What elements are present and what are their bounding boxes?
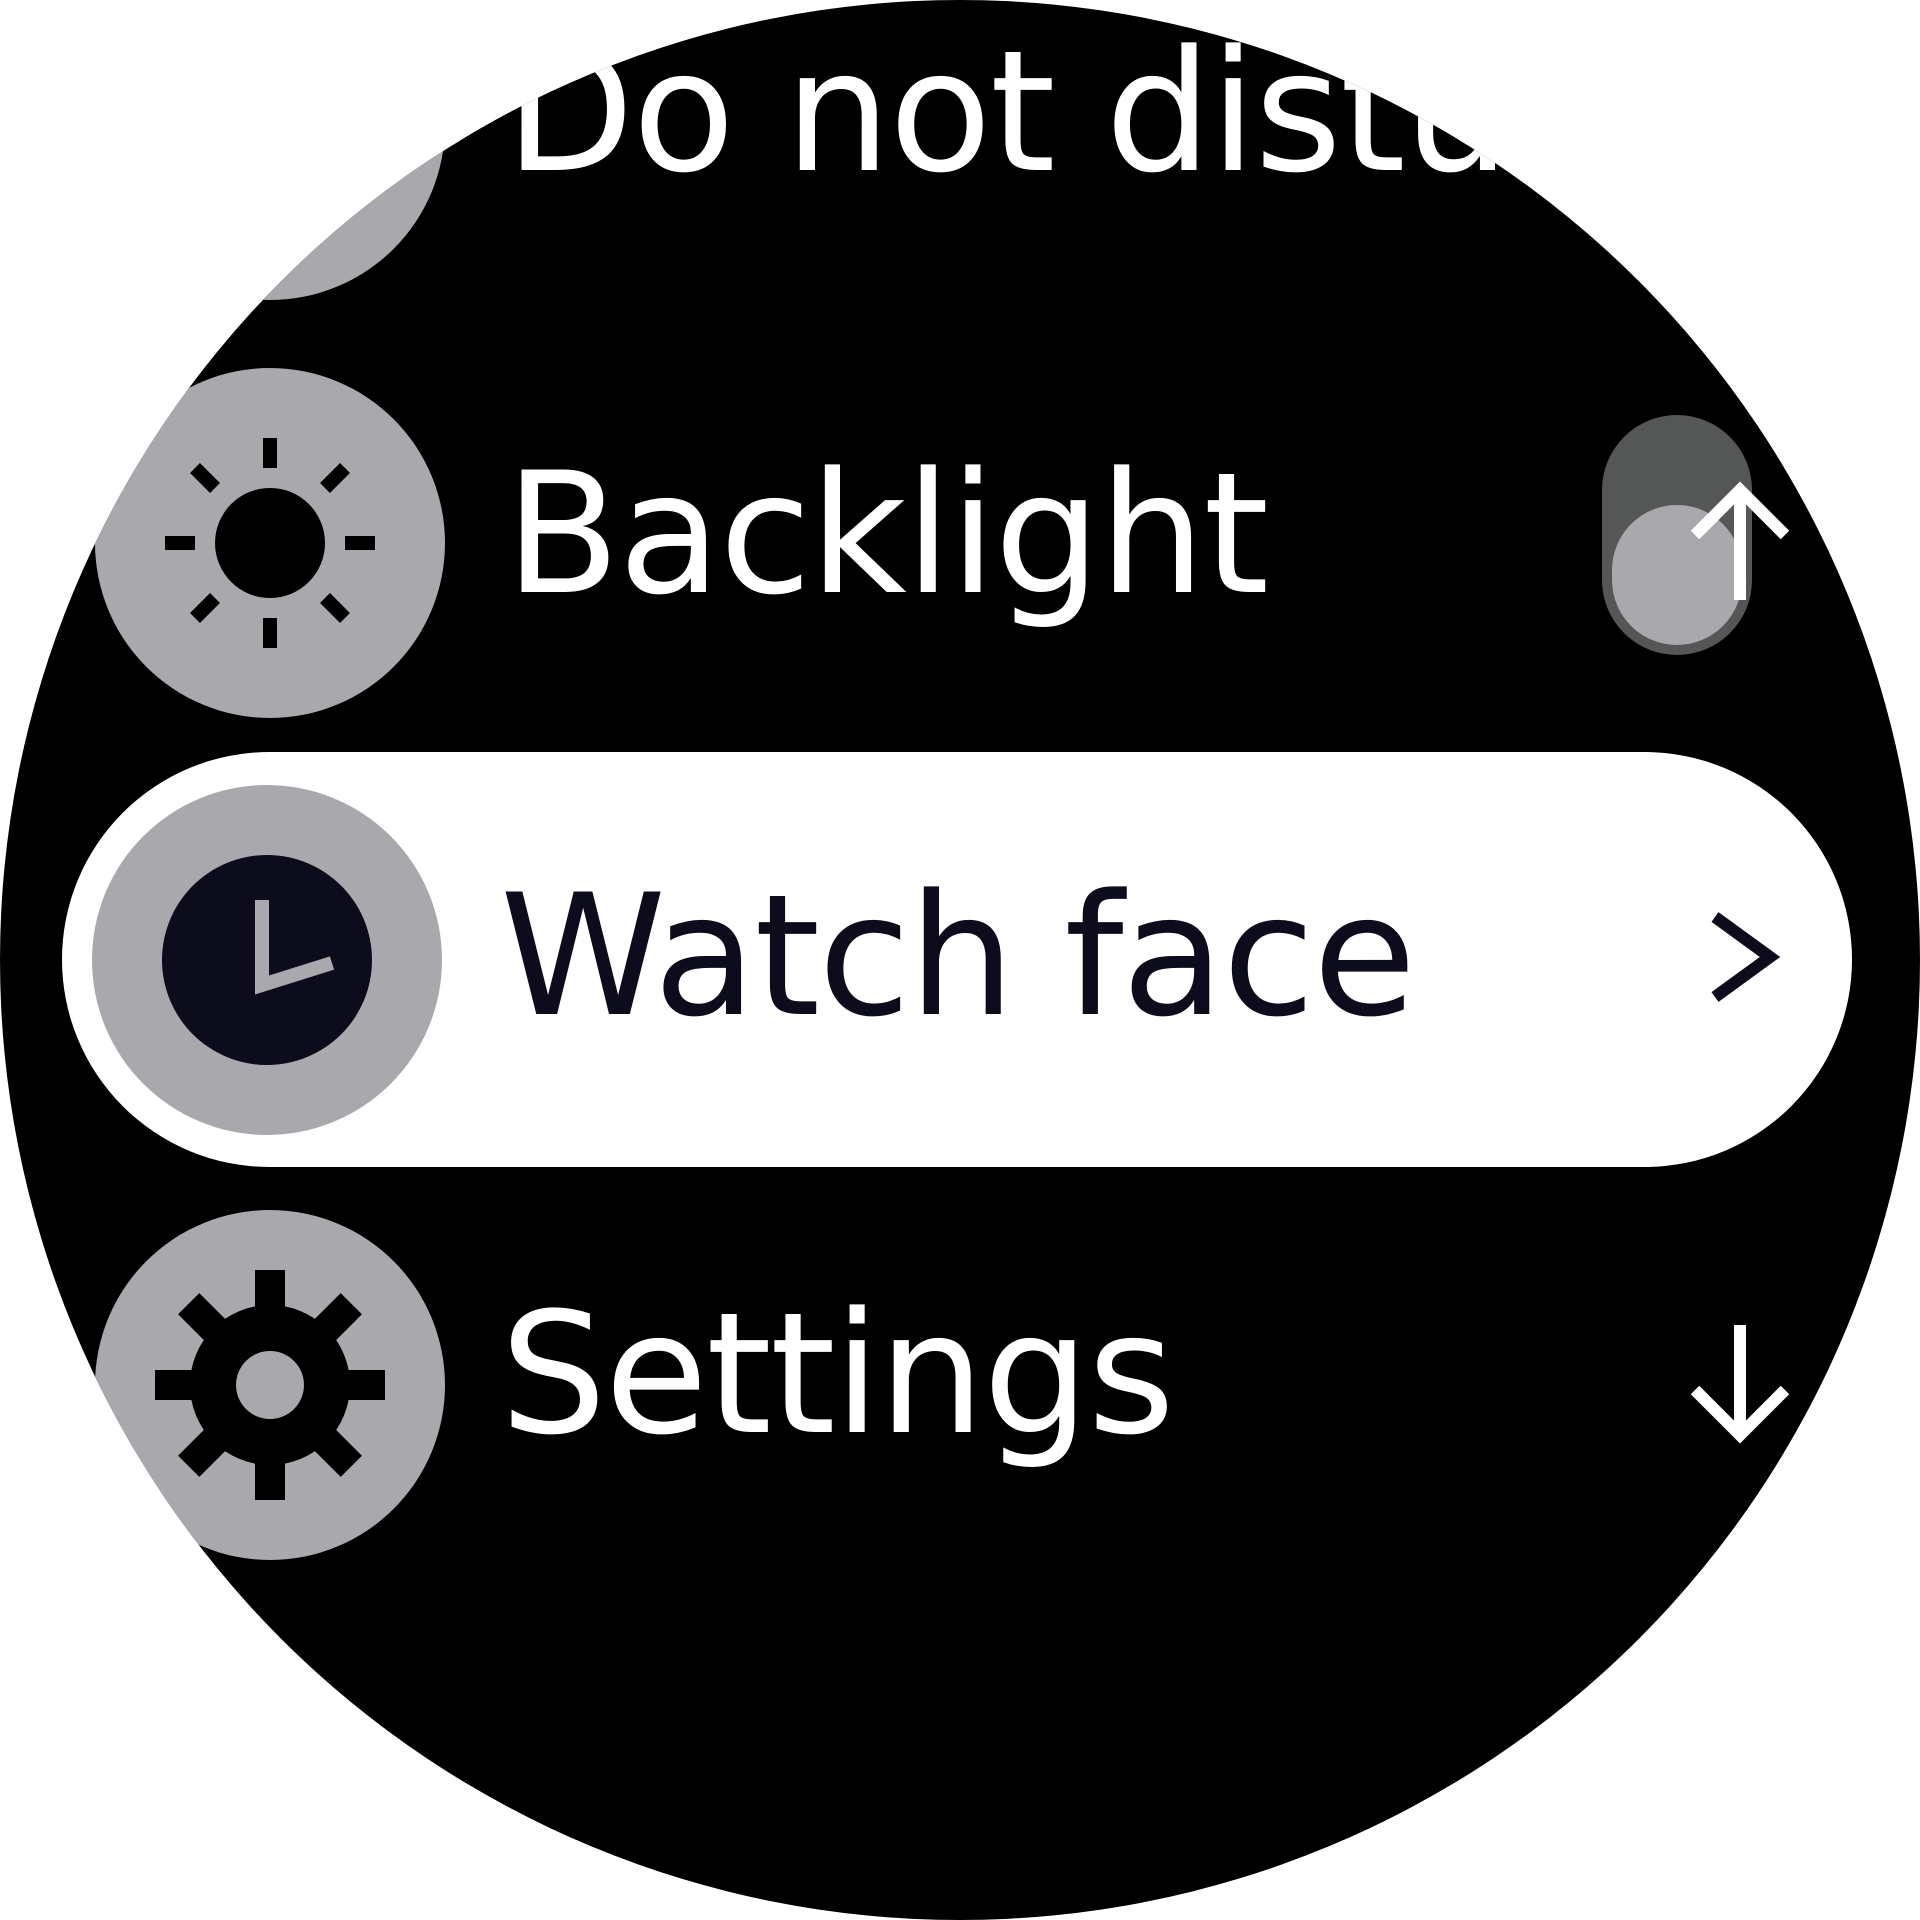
sun-icon bbox=[95, 368, 445, 718]
menu-item-watch-face[interactable]: Watch face bbox=[0, 752, 1920, 1167]
menu-item-label: Backlight bbox=[505, 436, 1269, 632]
menu-item-do-not-disturb[interactable]: Do not disturb bbox=[0, 0, 1920, 300]
menu-item-label: Do not disturb bbox=[505, 14, 1682, 210]
chevron-right-icon bbox=[1711, 912, 1781, 1002]
arrow-down-icon[interactable] bbox=[1680, 1315, 1800, 1455]
menu-item-label: Watch face bbox=[500, 858, 1416, 1054]
canvas: Do not disturb Backlight Watch face Sett… bbox=[0, 0, 1920, 1920]
menu-item-label: Settings bbox=[500, 1276, 1175, 1472]
menu-item-settings[interactable]: Settings bbox=[0, 1210, 1920, 1560]
watch-screen: Do not disturb Backlight Watch face Sett… bbox=[0, 0, 1920, 1920]
gear-icon bbox=[95, 1210, 445, 1560]
clock-icon bbox=[92, 785, 442, 1135]
do-not-disturb-icon bbox=[95, 0, 445, 300]
arrow-up-icon[interactable] bbox=[1680, 470, 1800, 610]
